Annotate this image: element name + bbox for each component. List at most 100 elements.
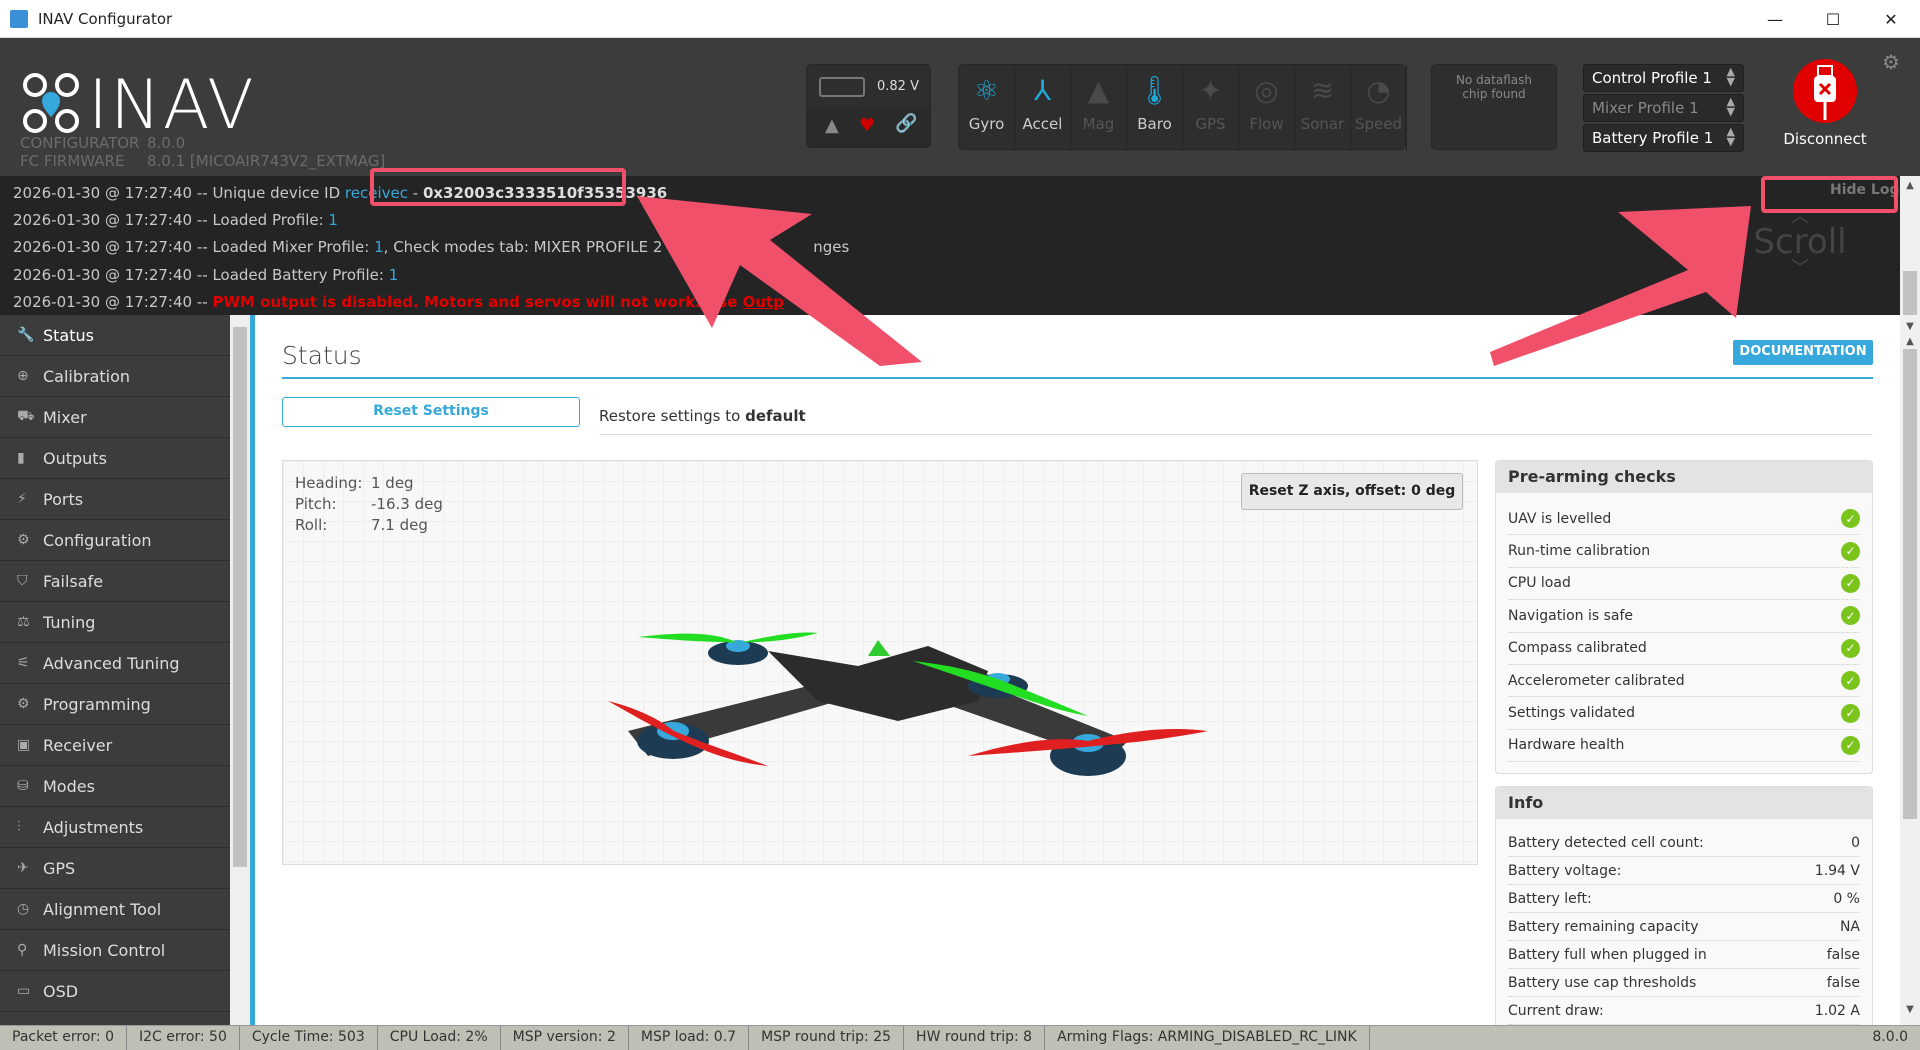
battery-icon [819, 77, 865, 97]
sidebar-item-label: Mission Control [43, 940, 166, 960]
configurator-version: 8.0.0 [147, 134, 186, 152]
sidebar: 🔧 Status ⊕ Calibration ⛟ Mixer ▮ Outputs ⚡ Ports ⚙… [0, 315, 230, 1025]
ports-icon: ⚡ [17, 491, 27, 507]
maximize-button[interactable]: ☐ [1804, 0, 1862, 38]
pre-arming-check: UAV is levelled ✓ [1508, 503, 1860, 536]
link-icon: 🔗 [895, 113, 918, 134]
sidebar-item-advanced-tuning[interactable]: ⚟ Advanced Tuning [0, 643, 230, 684]
sidebar-item-alignment-tool[interactable]: ◷ Alignment Tool [0, 889, 230, 930]
sidebar-item-label: Tuning [43, 612, 96, 632]
sensor-accel: ⅄ Accel [1015, 65, 1071, 151]
status-bar-item: Cycle Time: 503 [240, 1026, 378, 1050]
sidebar-item-failsafe[interactable]: ⛉ Failsafe [0, 561, 230, 602]
sidebar-item-configuration[interactable]: ⚙ Configuration [0, 520, 230, 561]
sidebar-item-mission-control[interactable]: ⚲ Mission Control [0, 930, 230, 971]
status-bar-item: MSP round trip: 25 [749, 1026, 905, 1050]
failsafe-icon: ⛉ [17, 573, 28, 589]
battery-voltage: 0.82 V [877, 79, 919, 94]
mixer-profile-value: Mixer Profile 1 [1592, 99, 1699, 117]
sidebar-item-label: Failsafe [43, 571, 104, 591]
documentation-button[interactable]: DOCUMENTATION [1733, 340, 1873, 365]
outputs-link[interactable]: Outp [743, 293, 784, 311]
control-profile-select[interactable]: Control Profile 1 ▲ ▼ [1583, 64, 1744, 92]
info-row: Battery voltage: 1.94 V [1508, 857, 1860, 885]
sidebar-item-status[interactable]: 🔧 Status [0, 315, 230, 356]
sidebar-item-calibration[interactable]: ⊕ Calibration [0, 356, 230, 397]
minimize-button[interactable]: — [1746, 0, 1804, 38]
pre-arming-check: CPU load ✓ [1508, 568, 1860, 601]
speed-icon: ◔ [1366, 73, 1391, 107]
main-scrollbar[interactable]: ▲ ▼ ▲ ▼ [1900, 176, 1920, 1025]
mixer-profile-select[interactable]: Mixer Profile 1 ▲ ▼ [1583, 94, 1744, 122]
configurator-label: CONFIGURATOR [20, 134, 140, 152]
status-bar-item: Packet error: 0 [0, 1026, 127, 1050]
pre-arming-checks-panel: Pre-arming checks UAV is levelled ✓ Run-ti… [1495, 460, 1873, 774]
info-row: Battery use cap thresholds false [1508, 969, 1860, 997]
sidebar-item-receiver[interactable]: ▣ Receiver [0, 725, 230, 766]
attitude-readout: Heading: 1 deg Pitch: -16.3 deg Roll: 7.1 deg [295, 473, 443, 536]
sidebar-item-gps[interactable]: ✈ GPS [0, 848, 230, 889]
alignment-tool-icon: ◷ [17, 901, 30, 917]
info-row: Current draw: 1.02 A [1508, 997, 1860, 1025]
drone-model [608, 632, 1208, 776]
sidebar-item-outputs[interactable]: ▮ Outputs [0, 438, 230, 479]
settings-gear-icon[interactable]: ⚙ [1882, 50, 1900, 74]
sidebar-item-osd[interactable]: ▭ OSD [0, 971, 230, 1012]
sidebar-item-label: GPS [43, 858, 76, 878]
check-ok-icon: ✓ [1841, 606, 1860, 626]
reset-settings-button[interactable]: Reset Settings [282, 397, 580, 427]
sidebar-item-label: Modes [43, 776, 95, 796]
sensor-label: Sonar [1300, 115, 1345, 133]
sidebar-item-mixer[interactable]: ⛟ Mixer [0, 397, 230, 438]
sensor-flow: ◎ Flow [1239, 65, 1295, 151]
check-ok-icon: ✓ [1841, 638, 1860, 658]
title-bar: INAV Configurator — ☐ ✕ [0, 0, 1920, 38]
close-button[interactable]: ✕ [1862, 0, 1920, 38]
status-bar-item: MSP load: 0.7 [629, 1026, 750, 1050]
gyro-icon: ⚛ [973, 73, 1000, 107]
annotation-highlight-device-id [370, 168, 626, 206]
sensor-speed: ◔ Speed [1351, 65, 1407, 151]
page-title: Status [282, 341, 362, 370]
pre-arming-check: Compass calibrated ✓ [1508, 633, 1860, 665]
sidebar-item-led-strip[interactable]: ▭LED Strip [0, 1012, 230, 1026]
sidebar-scrollbar[interactable] [230, 315, 250, 1025]
battery-profile-select[interactable]: Battery Profile 1 ▲ ▼ [1583, 124, 1744, 152]
disconnect-button[interactable]: Disconnect [1780, 58, 1870, 148]
updown-icon: ▲ ▼ [1726, 125, 1735, 148]
status-bar-item: I2C error: 50 [127, 1026, 240, 1050]
sidebar-accent-line [250, 315, 255, 1025]
calibration-icon: ⊕ [17, 368, 29, 384]
sidebar-item-adjustments[interactable]: ⫶ Adjustments [0, 807, 230, 848]
sidebar-item-modes[interactable]: ⛁ Modes [0, 766, 230, 807]
attitude-pitch: Pitch: -16.3 deg [295, 495, 443, 513]
osd-icon: ▭ [17, 983, 31, 999]
status-bar-item: MSP version: 2 [501, 1026, 629, 1050]
configuration-icon: ⚙ [17, 532, 30, 548]
sensor-status: ⚛ Gyro ⅄ Accel ▲ Mag 🌡 Baro ✦ GPS ◎ Flow ≋ Sonar ◔ Spee… [958, 64, 1407, 151]
sensor-gyro: ⚛ Gyro [959, 65, 1015, 151]
sensor-sonar: ≋ Sonar [1295, 65, 1351, 151]
disconnect-label: Disconnect [1783, 130, 1867, 148]
sidebar-item-ports[interactable]: ⚡ Ports [0, 479, 230, 520]
sidebar-item-label: Receiver [43, 735, 113, 755]
scroll-toggle[interactable]: ︿ Scroll ﹀ [1745, 208, 1855, 278]
adjustments-icon: ⫶ [17, 819, 21, 835]
sonar-icon: ≋ [1310, 73, 1335, 107]
check-ok-icon: ✓ [1841, 541, 1860, 561]
sidebar-item-label: Calibration [43, 366, 131, 386]
programming-icon: ⚙ [17, 696, 30, 712]
firmware-label: FC FIRMWARE [20, 152, 125, 170]
sidebar-item-tuning[interactable]: ⚖ Tuning [0, 602, 230, 643]
pre-arming-check: Settings validated ✓ [1508, 697, 1860, 730]
sidebar-item-programming[interactable]: ⚙ Programming [0, 684, 230, 725]
log-panel: 2026-01-30 @ 17:27:40 -- Unique device I… [0, 176, 1900, 315]
reset-z-axis-button[interactable]: Reset Z axis, offset: 0 deg [1241, 473, 1463, 510]
sidebar-item-label: Status [43, 325, 94, 345]
sidebar-item-label: Outputs [43, 448, 107, 468]
info-row: Battery detected cell count: 0 [1508, 829, 1860, 857]
failsafe-parachute-icon: ♥ [859, 115, 876, 136]
battery-widget: 0.82 V ▲ ♥ 🔗 [806, 64, 931, 148]
log-line: 2026-01-30 @ 17:27:40 -- PWM output is d… [13, 293, 784, 311]
attitude-heading: Heading: 1 deg [295, 474, 414, 492]
